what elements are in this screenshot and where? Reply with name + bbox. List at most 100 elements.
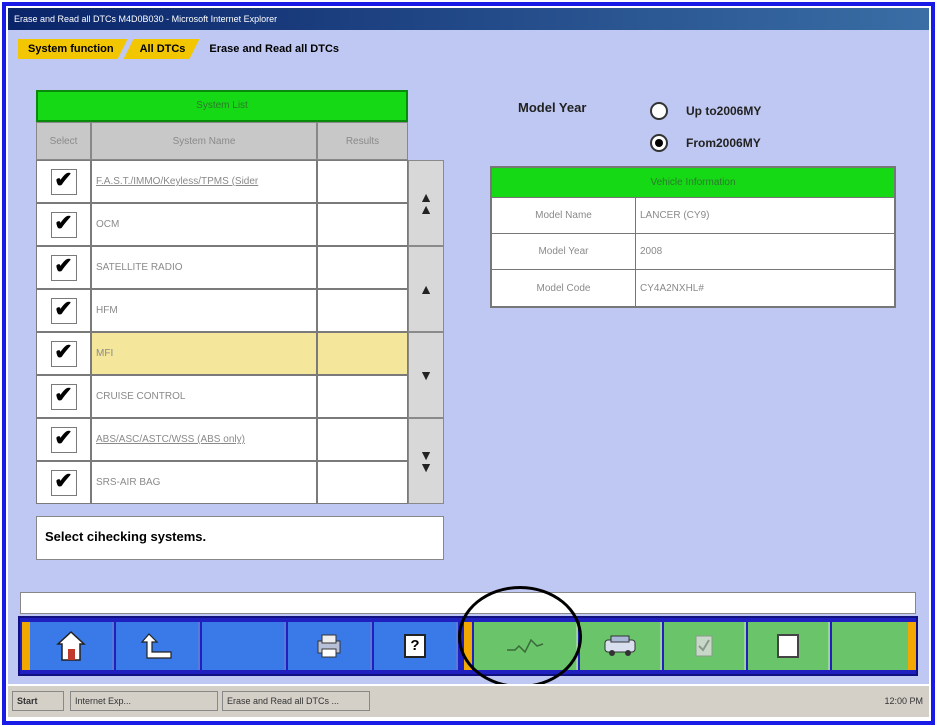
column-select: Select [36,122,91,160]
select-checkbox[interactable]: ✔ [50,383,77,410]
system-name-text: SATELLITE RADIO [96,262,183,273]
table-row[interactable]: ✔ ABS/ASC/ASTC/WSS (ABS only) [36,418,408,461]
vehicle-info-row: Model Year 2008 [492,234,894,270]
toolbar-left-edge [22,622,30,670]
vehicle-information-table: Vehicle Information Model Name LANCER (C… [490,166,896,308]
blank-page-icon [777,634,799,658]
system-name-text: SRS-AIR BAG [96,477,161,488]
breadcrumb-all-dtcs[interactable]: All DTCs [124,39,200,59]
row-result [317,203,408,246]
row-select-cell: ✔ [36,246,91,289]
row-select-cell: ✔ [36,203,91,246]
scroll-bottom-button[interactable]: ▼ ▼ [408,418,444,504]
select-checkbox[interactable]: ✔ [50,254,77,281]
document-check-icon [695,635,713,657]
down-arrow-icon: ▼ [419,367,433,383]
model-year-option-from-2006[interactable]: From2006MY [650,134,761,152]
system-name-text: HFM [96,305,118,316]
row-system-name: MFI [91,332,317,375]
scroll-top-button[interactable]: ▲ ▲ [408,160,444,246]
select-checkbox[interactable]: ✔ [50,168,77,195]
row-result [317,289,408,332]
screenshot-frame: Erase and Read all DTCs M4D0B030 - Micro… [0,0,937,727]
system-name-text: OCM [96,219,120,230]
breadcrumb-system-function[interactable]: System function [18,39,128,59]
select-checkbox[interactable]: ✔ [50,426,77,453]
row-result [317,160,408,203]
system-name-text: CRUISE CONTROL [96,391,186,402]
check-button-disabled[interactable] [664,622,746,670]
table-row[interactable]: ✔ CRUISE CONTROL [36,375,408,418]
blank-page-button[interactable] [748,622,830,670]
select-checkbox[interactable]: ✔ [50,297,77,324]
breadcrumb-current: Erase and Read all DTCs [209,43,340,55]
vehicle-info-row: Model Name LANCER (CY9) [492,198,894,234]
radio-label: From2006MY [686,136,761,150]
system-list-scrollbar[interactable]: ▲ ▲ ▲ ▼ ▼ ▼ [408,160,444,504]
windows-taskbar: Start Internet Exp... Erase and Read all… [8,684,929,717]
return-arrow-icon [140,633,172,659]
row-system-name: ABS/ASC/ASTC/WSS (ABS only) [91,418,317,461]
row-select-cell: ✔ [36,332,91,375]
table-row[interactable]: ✔ HFM [36,289,408,332]
vehicle-information-title: Vehicle Information [492,168,894,198]
radio-up-to-2006[interactable] [650,102,668,120]
system-list-table: System List Select System Name Results ✔… [36,90,408,504]
table-row[interactable]: ✔ SRS-AIR BAG [36,461,408,504]
printer-icon [317,634,341,658]
up-arrow-icon: ▲ [419,281,433,297]
scroll-up-button[interactable]: ▲ [408,246,444,332]
print-button[interactable] [288,622,372,670]
table-row[interactable]: ✔ F.A.S.T./IMMO/Keyless/TPMS (Sider [36,160,408,203]
row-system-name: F.A.S.T./IMMO/Keyless/TPMS (Sider [91,160,317,203]
row-select-cell: ✔ [36,418,91,461]
select-checkbox[interactable]: ✔ [50,340,77,367]
row-result [317,418,408,461]
home-button[interactable] [30,622,114,670]
table-row[interactable]: ✔ OCM [36,203,408,246]
help-icon: ? [404,634,426,658]
window-titlebar: Erase and Read all DTCs M4D0B030 - Micro… [8,8,929,30]
row-select-cell: ✔ [36,160,91,203]
row-result [317,375,408,418]
model-year-label: Model Year [518,100,587,115]
row-system-name: SRS-AIR BAG [91,461,317,504]
row-system-name: SATELLITE RADIO [91,246,317,289]
row-result [317,246,408,289]
toolbar-right-edge [908,622,916,670]
vehicle-info-value: CY4A2NXHL# [640,282,704,294]
select-checkbox[interactable]: ✔ [50,211,77,238]
vehicle-info-row: Model Code CY4A2NXHL# [492,270,894,306]
system-list-title: System List [36,90,408,122]
table-row-selected[interactable]: ✔ MFI [36,332,408,375]
back-button[interactable] [116,622,200,670]
system-name-text: F.A.S.T./IMMO/Keyless/TPMS (Sider [96,176,259,187]
taskbar-item-active[interactable]: Erase and Read all DTCs ... [222,691,370,711]
vehicle-info-key: Model Name [492,198,636,233]
status-message: Select cihecking systems. [36,516,444,560]
row-system-name: HFM [91,289,317,332]
radio-from-2006[interactable] [650,134,668,152]
row-select-cell: ✔ [36,375,91,418]
start-button[interactable]: Start [12,691,64,711]
table-row[interactable]: ✔ SATELLITE RADIO [36,246,408,289]
system-name-text: ABS/ASC/ASTC/WSS (ABS only) [96,434,245,445]
vehicle-info-key: Model Code [492,270,636,306]
app-area: System function All DTCs Erase and Read … [8,30,929,684]
vehicle-button[interactable] [580,622,662,670]
annotation-circle [458,586,582,688]
vehicle-info-key: Model Year [492,234,636,269]
double-up-arrow-icon: ▲ ▲ [419,189,433,217]
scroll-down-button[interactable]: ▼ [408,332,444,418]
system-rows: ✔ F.A.S.T./IMMO/Keyless/TPMS (Sider ✔ OC… [36,160,408,504]
column-system-name: System Name [91,122,317,160]
taskbar-item[interactable]: Internet Exp... [70,691,218,711]
breadcrumb: System function All DTCs Erase and Read … [18,38,349,60]
system-tray-clock: 12:00 PM [884,696,923,706]
vehicle-info-value: 2008 [640,246,663,257]
row-select-cell: ✔ [36,289,91,332]
help-button[interactable]: ? [374,622,458,670]
vehicle-info-value: LANCER (CY9) [640,210,710,221]
model-year-option-up-to-2006[interactable]: Up to2006MY [650,102,761,120]
select-checkbox[interactable]: ✔ [50,469,77,496]
